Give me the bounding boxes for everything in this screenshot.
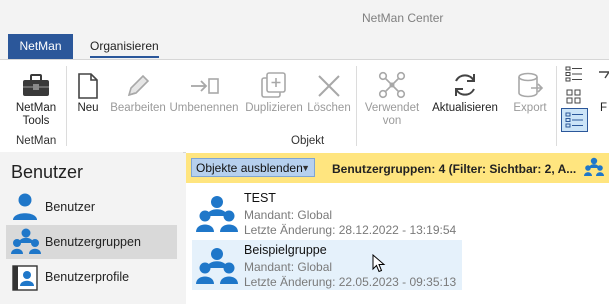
export-label: Export (513, 102, 547, 114)
new-document-icon (72, 60, 104, 100)
view-list-button[interactable] (562, 64, 586, 84)
rename-button[interactable]: Umbenennen (169, 60, 239, 132)
user-profile-icon (12, 265, 38, 291)
ribbon-separator (556, 66, 557, 146)
user-group-icon (196, 196, 238, 232)
duplicate-icon (243, 60, 305, 100)
user-group-icon (584, 157, 604, 176)
chevron-down-icon: ▼ (301, 163, 310, 173)
list-item[interactable]: Beispielgruppe Mandant: Global Letzte Än… (192, 240, 462, 290)
ribbon-separator (66, 66, 67, 146)
refresh-button[interactable]: Aktualisieren (428, 60, 502, 132)
user-group-icon (196, 248, 238, 284)
user-icon (13, 193, 37, 220)
mouse-cursor-icon (372, 254, 386, 273)
refresh-icon (428, 60, 502, 100)
group-label-netman: NetMan (16, 135, 57, 147)
pencil-icon (108, 60, 168, 100)
network-icon (360, 60, 424, 100)
list-item[interactable]: TEST Mandant: Global Letzte Änderung: 28… (192, 188, 462, 238)
edit-label: Bearbeiten (110, 102, 166, 114)
entry-name: TEST (244, 191, 276, 205)
netman-tools-label: NetMan Tools (15, 102, 57, 127)
database-export-icon (508, 60, 552, 100)
entry-mandant: Mandant: Global (244, 208, 333, 222)
delete-label: Löschen (307, 102, 351, 114)
tab-organisieren-label: Organisieren (90, 39, 159, 53)
delete-button[interactable]: Löschen (306, 60, 352, 132)
filter-bar: Objekte ausblenden ▼ Benutzergruppen: 4 … (186, 153, 609, 183)
delete-x-icon (306, 60, 352, 100)
new-label: Neu (77, 102, 99, 114)
hide-objects-label: Objekte ausblenden (196, 161, 303, 175)
entry-name: Beispielgruppe (244, 243, 327, 257)
app-menu-tab[interactable]: NetMan (8, 34, 73, 59)
rename-label: Umbenennen (169, 102, 239, 114)
details-view-icon (565, 112, 583, 128)
nav-item-label: Benutzer (45, 200, 96, 214)
nav-section-title: Benutzer (11, 162, 84, 182)
nav-item-benutzer[interactable]: Benutzer (6, 190, 177, 224)
main-content: Objekte ausblenden ▼ Benutzergruppen: 4 … (186, 152, 609, 304)
entry-mandant: Mandant: Global (244, 260, 333, 274)
title-bar: NetMan Center (0, 0, 609, 34)
new-button[interactable]: Neu (72, 60, 104, 132)
filter-label-partial: F (600, 102, 608, 114)
user-group-icon (11, 228, 41, 254)
duplicate-button[interactable]: Duplizieren (243, 60, 305, 132)
ribbon-separator (356, 66, 357, 146)
netman-tools-button[interactable]: NetMan Tools (10, 60, 62, 132)
left-nav-panel: Benutzer Benutzer Benutzergruppen Benutz… (0, 152, 183, 304)
export-button[interactable]: Export (508, 60, 552, 132)
window-title: NetMan Center (362, 11, 444, 25)
ribbon: NetMan Tools NetMan Neu Bearbeiten Umben… (0, 59, 609, 153)
tab-organisieren[interactable]: Organisieren (90, 34, 159, 59)
nav-item-benutzerprofile[interactable]: Benutzerprofile (6, 260, 177, 294)
filter-status-text: Benutzergruppen: 4 (Filter: Sichtbar: 2,… (332, 162, 577, 176)
used-by-button[interactable]: Verwendet von (360, 60, 424, 132)
view-tiles-button[interactable] (562, 86, 586, 108)
list-view-icon (565, 66, 582, 82)
edit-button[interactable]: Bearbeiten (108, 60, 168, 132)
rename-icon (169, 60, 239, 100)
refresh-label: Aktualisieren (432, 102, 498, 114)
entry-last-changed: Letzte Änderung: 22.05.2023 - 09:35:13 (244, 275, 457, 289)
nav-item-label: Benutzerprofile (45, 270, 130, 284)
duplicate-label: Duplizieren (245, 102, 303, 114)
nav-item-label: Benutzergruppen (45, 235, 141, 249)
used-by-label: Verwendet von (364, 102, 420, 127)
group-label-objekt: Objekt (291, 135, 325, 147)
view-details-button[interactable] (561, 108, 588, 132)
ribbon-tab-row: NetMan Organisieren (0, 34, 609, 59)
filter-icon[interactable] (596, 68, 609, 88)
hide-objects-dropdown[interactable]: Objekte ausblenden ▼ (191, 158, 315, 177)
active-tab-underline (90, 56, 159, 58)
nav-item-benutzergruppen[interactable]: Benutzergruppen (6, 225, 177, 259)
entry-last-changed: Letzte Änderung: 28.12.2022 - 13:19:54 (244, 223, 457, 237)
toolbox-icon (10, 60, 62, 100)
tiles-view-icon (566, 89, 581, 104)
